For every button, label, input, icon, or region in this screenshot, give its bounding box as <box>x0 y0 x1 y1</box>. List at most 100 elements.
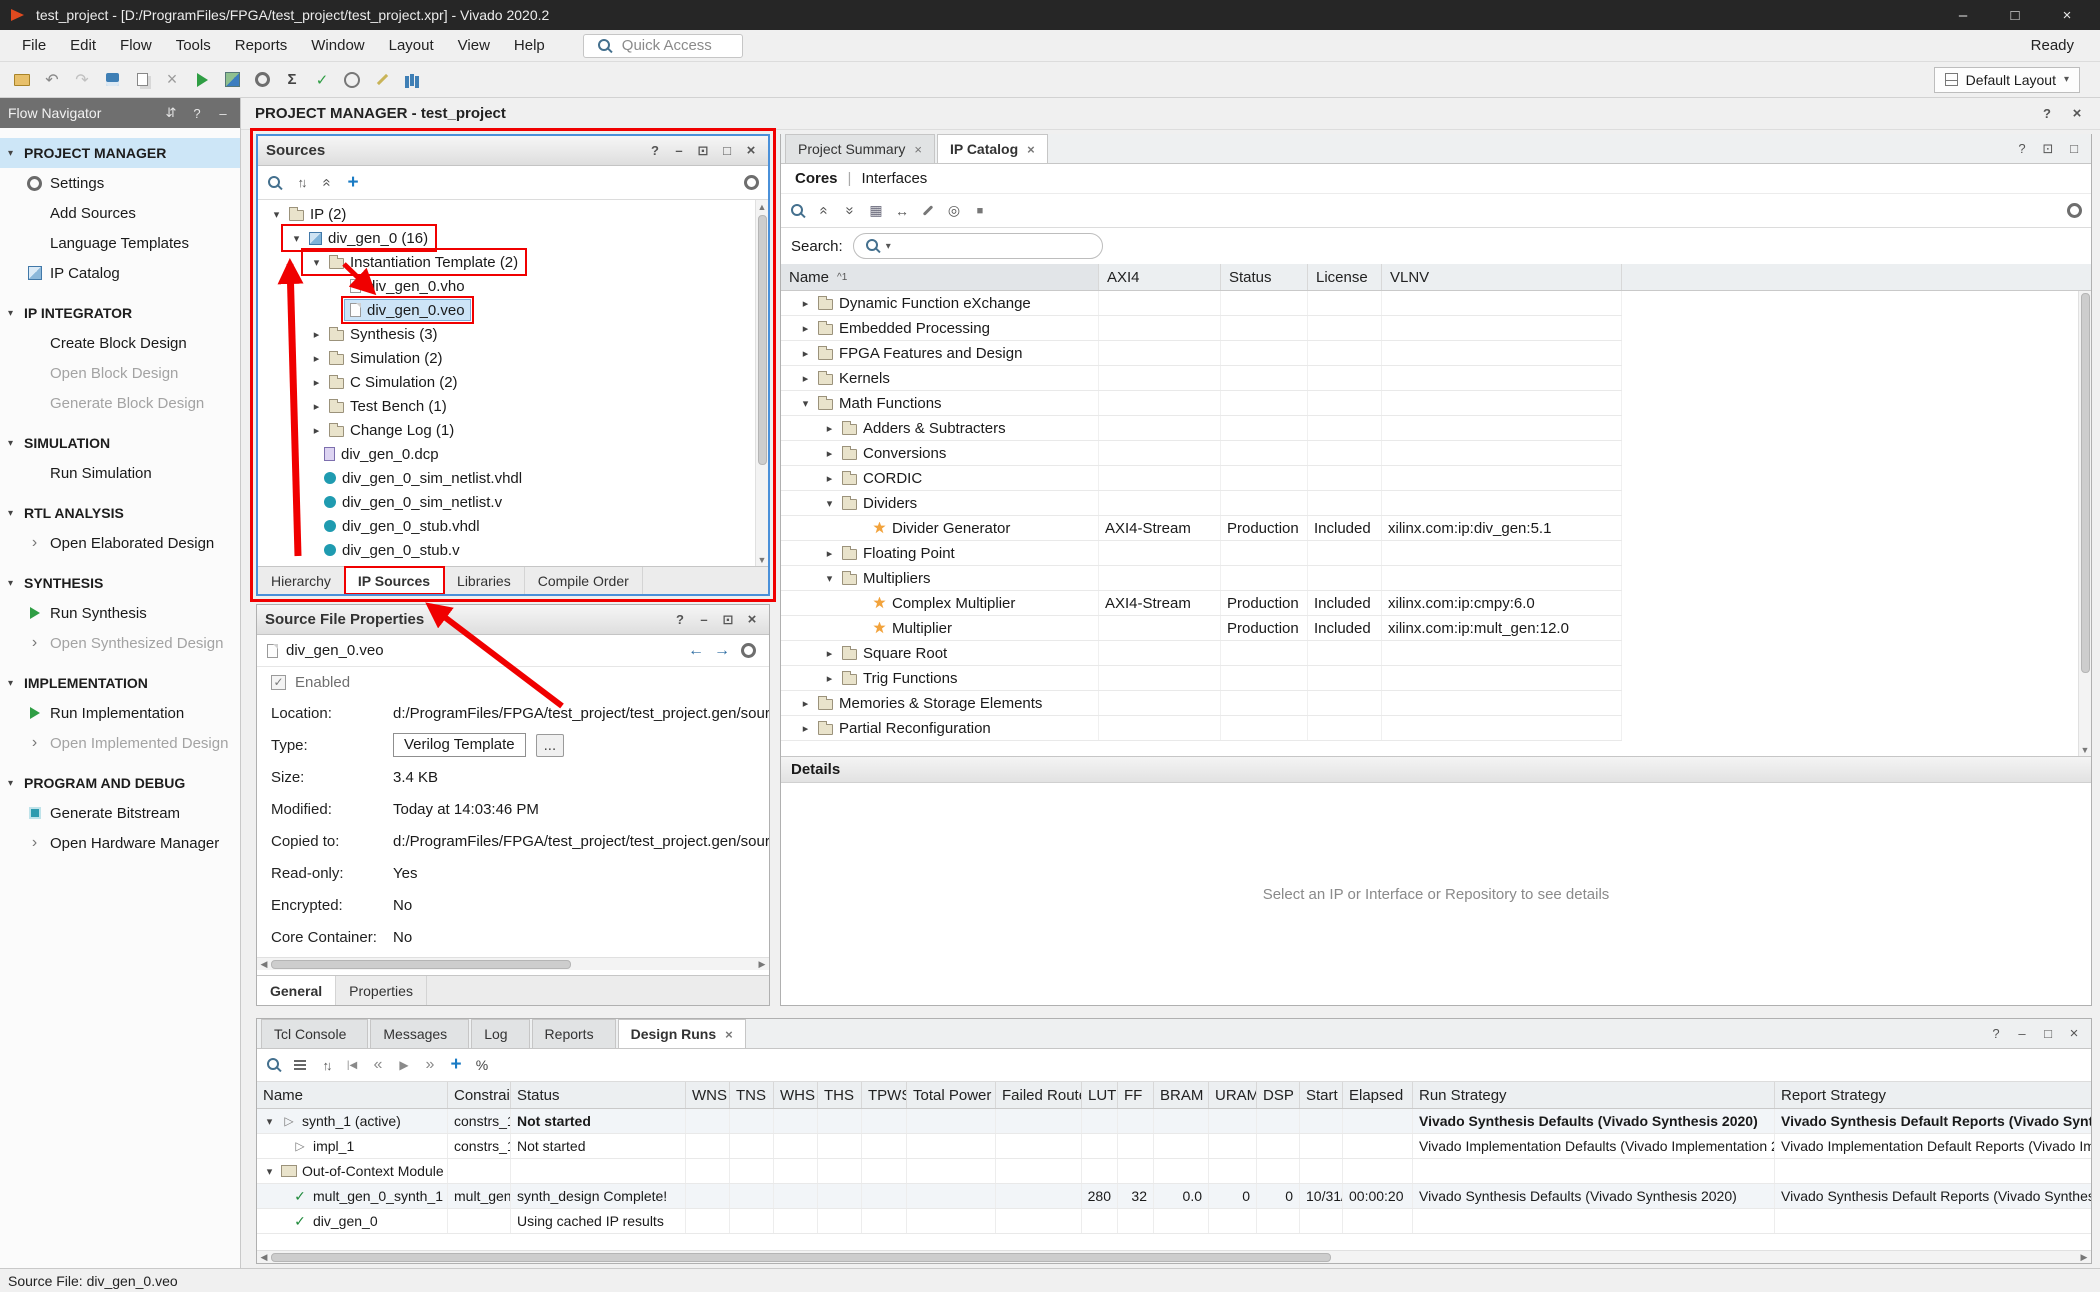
help-icon[interactable] <box>671 611 689 629</box>
scrollbar-thumb[interactable] <box>271 960 571 969</box>
catalog-row[interactable]: Math Functions <box>781 391 1622 416</box>
console-tab[interactable]: Log <box>471 1019 529 1048</box>
float-icon[interactable] <box>694 142 712 160</box>
flow-strategy-icon[interactable] <box>220 68 244 92</box>
expand-chevron-icon[interactable] <box>823 647 836 660</box>
column-header[interactable]: BRAM <box>1154 1082 1209 1108</box>
column-header[interactable]: DSP <box>1257 1082 1300 1108</box>
enabled-checkbox[interactable] <box>271 675 286 690</box>
flow-nav-item[interactable]: ▾ SIMULATION <box>0 428 240 458</box>
settings-gear-icon[interactable] <box>2063 200 2085 222</box>
expand-chevron-icon[interactable] <box>823 672 836 685</box>
step-to-start-icon[interactable] <box>341 1054 363 1076</box>
flow-nav-item[interactable]: ▾ IP Catalog <box>0 258 240 288</box>
flow-nav-item[interactable]: ▾ RTL ANALYSIS <box>0 498 240 528</box>
scrollbar-thumb[interactable] <box>758 215 767 465</box>
column-header[interactable]: TPWS <box>862 1082 907 1108</box>
minimize-icon[interactable] <box>214 104 232 122</box>
expand-chevron-icon[interactable] <box>310 400 323 413</box>
column-header[interactable]: Elapsed <box>1343 1082 1413 1108</box>
run-row[interactable]: synth_1 (active) constrs_1 Not started V… <box>257 1109 2091 1134</box>
catalog-row[interactable]: CORDIC <box>781 466 1622 491</box>
timing-icon[interactable] <box>340 68 364 92</box>
scroll-up-icon[interactable]: ▲ <box>756 200 768 213</box>
catalog-row[interactable]: Memories & Storage Elements <box>781 691 1622 716</box>
expand-chevron-icon[interactable] <box>799 297 812 310</box>
run-icon[interactable] <box>190 68 214 92</box>
close-tab-icon[interactable]: × <box>725 1027 733 1042</box>
flow-nav-item[interactable]: ▾ Run Simulation <box>0 458 240 488</box>
catalog-row[interactable]: Embedded Processing <box>781 316 1622 341</box>
document-tab[interactable]: Project Summary × <box>785 134 935 163</box>
source-tree-item[interactable]: div_gen_0 (16) <box>258 226 768 250</box>
customize-icon[interactable] <box>917 200 939 222</box>
menu-item[interactable]: Reports <box>223 33 300 58</box>
expand-chevron-icon[interactable] <box>270 208 283 221</box>
ellipsis-button[interactable]: ... <box>536 734 565 757</box>
validate-icon[interactable] <box>310 68 334 92</box>
expand-chevron-icon[interactable] <box>310 256 323 269</box>
menu-item[interactable]: Help <box>502 33 557 58</box>
scroll-left-icon[interactable]: ◀ <box>257 1252 271 1263</box>
column-header[interactable]: Failed Routes <box>996 1082 1082 1108</box>
column-header[interactable]: Constraints <box>448 1082 511 1108</box>
source-tree-item[interactable]: Change Log (1) <box>258 418 768 442</box>
catalog-row[interactable]: Dynamic Function eXchange <box>781 291 1622 316</box>
back-arrow-icon[interactable] <box>685 640 707 662</box>
maximize-icon[interactable] <box>2006 6 2024 24</box>
catalog-row[interactable]: Partial Reconfiguration <box>781 716 1622 741</box>
column-header[interactable]: Report Strategy <box>1775 1082 2092 1108</box>
flow-nav-item[interactable]: ▾ SYNTHESIS <box>0 568 240 598</box>
menu-item[interactable]: File <box>10 33 58 58</box>
flow-nav-item[interactable]: ▾ Open Implemented Design <box>0 728 240 758</box>
column-header[interactable]: URAM <box>1209 1082 1257 1108</box>
expand-chevron-icon[interactable] <box>263 1165 276 1178</box>
search-icon[interactable] <box>263 1054 285 1076</box>
column-header[interactable]: VLNV <box>1382 264 1622 290</box>
source-tree-item[interactable]: Instantiation Template (2) <box>258 250 768 274</box>
open-project-icon[interactable] <box>10 68 34 92</box>
column-header[interactable]: WNS <box>686 1082 730 1108</box>
expand-chevron-icon[interactable] <box>799 372 812 385</box>
redo-icon[interactable] <box>70 68 94 92</box>
column-header[interactable]: Name <box>257 1082 448 1108</box>
sources-view-tab[interactable]: Hierarchy <box>258 567 345 594</box>
console-tab[interactable]: Reports <box>532 1019 616 1048</box>
flow-nav-item[interactable]: ▾ Open Hardware Manager <box>0 828 240 858</box>
maximize-icon[interactable] <box>2039 1025 2057 1043</box>
expand-chevron-icon[interactable] <box>799 722 812 735</box>
save-icon[interactable] <box>100 68 124 92</box>
catalog-row[interactable]: Floating Point <box>781 541 1622 566</box>
scroll-left-icon[interactable]: ◀ <box>257 959 271 970</box>
sources-view-tab[interactable]: IP Sources <box>345 567 444 594</box>
source-tree-item[interactable]: div_gen_0_stub.vhdl <box>258 514 768 538</box>
flow-nav-item[interactable]: ▾ Run Synthesis <box>0 598 240 628</box>
forward-arrow-icon[interactable] <box>711 640 733 662</box>
expand-all-icon[interactable] <box>839 200 861 222</box>
float-icon[interactable] <box>719 611 737 629</box>
expand-chevron-icon[interactable] <box>290 232 303 245</box>
sort-icon[interactable]: ⇵ <box>162 104 180 122</box>
minimize-icon[interactable] <box>2013 1025 2031 1043</box>
debug-probe-icon[interactable] <box>400 68 424 92</box>
search-icon[interactable] <box>264 172 286 194</box>
sort-icon[interactable] <box>315 1054 337 1076</box>
report-utilization-icon[interactable] <box>280 68 304 92</box>
undo-icon[interactable] <box>40 68 64 92</box>
expand-chevron-icon[interactable] <box>823 447 836 460</box>
play-icon[interactable] <box>393 1054 415 1076</box>
repository-icon[interactable] <box>969 200 991 222</box>
group-by-icon[interactable] <box>891 200 913 222</box>
horizontal-scrollbar[interactable]: ◀ ▶ <box>257 957 769 970</box>
search-icon[interactable] <box>787 200 809 222</box>
hierarchy-view-icon[interactable] <box>865 200 887 222</box>
source-tree-item[interactable]: div_gen_0_sim_netlist.v <box>258 490 768 514</box>
console-tab[interactable]: Design Runs × <box>618 1019 746 1048</box>
source-tree-item[interactable]: IP (2) <box>258 202 768 226</box>
close-tab-icon[interactable]: × <box>914 142 922 157</box>
vertical-scrollbar[interactable]: ▼ <box>2078 291 2091 756</box>
vertical-scrollbar[interactable]: ▲ ▼ <box>755 200 768 566</box>
flow-nav-item[interactable]: ▾ IP INTEGRATOR <box>0 298 240 328</box>
flow-nav-item[interactable]: ▾ Run Implementation <box>0 698 240 728</box>
catalog-row[interactable]: FPGA Features and Design <box>781 341 1622 366</box>
